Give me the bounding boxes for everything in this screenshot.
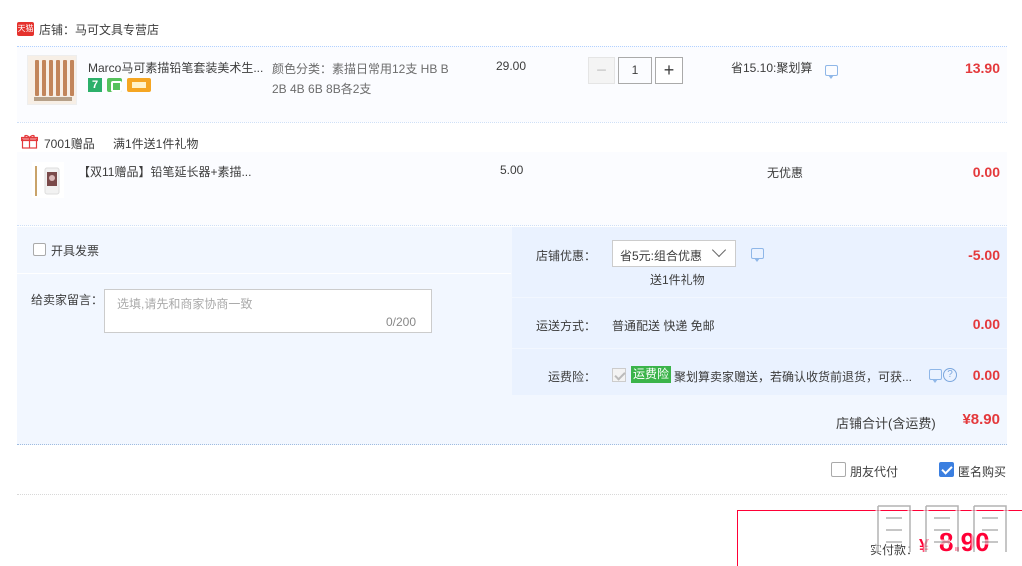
gift-subtotal: 0.00 xyxy=(972,164,1000,180)
gift-thumbnail[interactable] xyxy=(32,162,64,198)
shop-total-amount: ¥8.90 xyxy=(962,411,1000,428)
product-title[interactable]: Marco马可素描铅笔套装美术生... xyxy=(88,59,268,76)
product-thumbnail[interactable] xyxy=(27,55,77,105)
divider xyxy=(17,273,511,274)
seller-message-placeholder: 选填,请先和商家协商一致 xyxy=(117,297,253,311)
shop-name[interactable]: 店铺：马可文具专营店 xyxy=(39,21,159,38)
help-icon[interactable]: ? xyxy=(943,368,957,382)
item-discount: 省15.10:聚划算 xyxy=(731,61,813,75)
item-row xyxy=(17,46,1007,122)
gift-title[interactable]: 【双11赠品】铅笔延长器+素描... xyxy=(78,163,251,180)
divider xyxy=(17,494,1007,495)
shop-discount-label: 店铺优惠： xyxy=(536,249,597,263)
invoice-label[interactable]: 开具发票 xyxy=(51,242,99,259)
comment-icon[interactable] xyxy=(929,369,942,383)
gift-icon xyxy=(21,134,38,149)
shop-discount-value[interactable]: 省5元:组合优惠 xyxy=(620,247,702,264)
gift-discount: 无优惠 xyxy=(767,166,804,180)
comment-icon[interactable] xyxy=(751,248,764,262)
gift-label: 7001赠品 xyxy=(44,137,95,151)
anonymous-label[interactable]: 匿名购买 xyxy=(958,463,1006,480)
insurance-checkbox xyxy=(612,368,626,382)
comment-icon[interactable] xyxy=(825,65,838,79)
invoice-checkbox[interactable] xyxy=(33,243,46,256)
item-subtotal: 13.90 xyxy=(964,60,1000,76)
friend-pay-label[interactable]: 朋友代付 xyxy=(850,463,898,480)
product-sku: 颜色分类：素描日常用12支 HB B 2B 4B 6B 8B各2支 xyxy=(272,62,449,96)
shop-discount-gift: 送1件礼物 xyxy=(650,273,705,287)
seven-day-return-icon: 7 xyxy=(88,78,102,92)
quantity-decrease-button[interactable]: − xyxy=(588,57,615,84)
shipping-value: 普通配送 快递 免邮 xyxy=(612,319,715,333)
insurance-description: 聚划算卖家赠送，若确认收货前退货，可获... xyxy=(674,370,913,384)
char-counter: 0/200 xyxy=(386,315,417,329)
divider xyxy=(17,122,1007,123)
watermark-logo xyxy=(875,503,1009,552)
shop-total-label: 店铺合计(含运费) xyxy=(836,416,936,431)
credit-card-icon xyxy=(127,78,151,92)
quantity-input[interactable]: 1 xyxy=(618,57,652,84)
insurance-tag: 运费险 xyxy=(631,366,672,383)
anonymous-checkbox[interactable] xyxy=(939,462,954,477)
shipping-amount: 0.00 xyxy=(972,316,1000,332)
unit-price: 29.00 xyxy=(496,59,527,73)
shop-discount-amount: -5.00 xyxy=(968,247,1000,263)
insurance-amount: 0.00 xyxy=(972,367,1000,383)
gift-price: 5.00 xyxy=(500,163,524,177)
gift-rule: 满1件送1件礼物 xyxy=(113,137,199,151)
shipping-label: 运送方式： xyxy=(536,319,597,333)
quantity-increase-button[interactable]: + xyxy=(655,57,683,84)
tmall-logo-icon: 天猫 xyxy=(17,22,34,36)
seller-message-label: 给卖家留言： xyxy=(31,293,104,307)
insurance-label: 运费险： xyxy=(548,370,597,384)
friend-pay-checkbox[interactable] xyxy=(831,462,846,477)
guarantee-icon xyxy=(107,78,122,92)
